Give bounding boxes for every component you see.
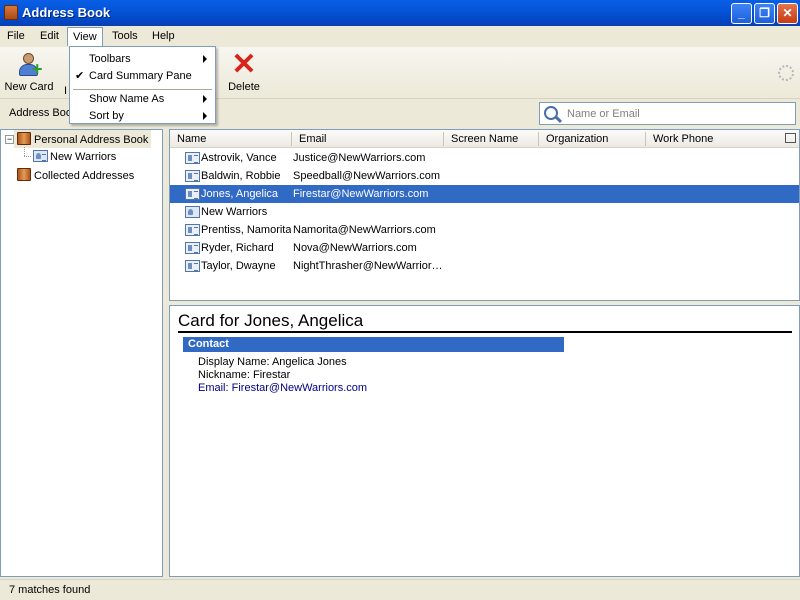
submenu-arrow-icon	[203, 112, 207, 120]
table-row-selected[interactable]: Jones, Angelica Firestar@NewWarriors.com	[170, 185, 799, 203]
minimize-button[interactable]: _	[731, 3, 752, 24]
table-row[interactable]: Astrovik, Vance Justice@NewWarriors.com	[170, 149, 799, 167]
card-email-line: Email: Firestar@NewWarriors.com	[198, 382, 367, 394]
contact-card-icon	[185, 224, 200, 236]
tree-connector	[24, 156, 31, 157]
column-email[interactable]: Email	[299, 133, 327, 145]
menu-view[interactable]: View	[67, 27, 103, 46]
menu-item-sort-by[interactable]: Sort by	[70, 107, 215, 124]
menu-tools[interactable]: Tools	[112, 30, 138, 42]
column-picker-icon[interactable]	[785, 133, 796, 143]
mailing-list-icon	[33, 150, 48, 162]
card-display-name: Display Name: Angelica Jones	[198, 356, 347, 368]
status-bar: 7 matches found	[0, 579, 800, 600]
menu-item-toolbars[interactable]: Toolbars	[70, 50, 215, 67]
menu-help[interactable]: Help	[152, 30, 175, 42]
tree-connector	[24, 147, 25, 156]
tree-item-personal-address-book[interactable]: Personal Address Book	[14, 130, 152, 148]
new-card-button[interactable]: + New Card	[2, 51, 56, 93]
new-card-label: New Card	[4, 81, 54, 93]
card-nickname: Nickname: Firestar	[198, 369, 291, 381]
book-icon	[17, 168, 31, 181]
table-row[interactable]: Ryder, Richard Nova@NewWarriors.com	[170, 239, 799, 257]
table-row[interactable]: Prentiss, Namorita Namorita@NewWarriors.…	[170, 221, 799, 239]
column-name[interactable]: Name	[177, 133, 206, 145]
book-icon	[17, 132, 31, 145]
menu-file[interactable]: File	[7, 30, 25, 42]
table-row[interactable]: Taylor, Dwayne NightThrasher@NewWarrior…	[170, 257, 799, 275]
menu-edit[interactable]: Edit	[40, 30, 59, 42]
card-title: Card for Jones, Angelica	[178, 311, 792, 333]
title-bar[interactable]: Address Book _ ❐ ✕	[0, 0, 800, 26]
contact-card-icon	[185, 188, 200, 200]
contact-card-icon	[185, 242, 200, 254]
table-row[interactable]: New Warriors	[170, 203, 799, 221]
table-row[interactable]: Baldwin, Robbie Speedball@NewWarriors.co…	[170, 167, 799, 185]
card-summary-pane: Card for Jones, Angelica Contact Display…	[169, 305, 800, 577]
card-email-link[interactable]: Firestar@NewWarriors.com	[232, 382, 367, 394]
menu-bar: File Edit View Tools Help	[0, 26, 800, 47]
address-book-label: Address Boo	[9, 107, 72, 119]
activity-throbber-icon	[778, 65, 794, 81]
contact-card-icon	[185, 152, 200, 164]
column-screen-name[interactable]: Screen Name	[451, 133, 518, 145]
search-input[interactable]	[567, 106, 787, 121]
results-table[interactable]: Name Email Screen Name Organization Work…	[169, 129, 800, 301]
submenu-arrow-icon	[203, 55, 207, 63]
search-box[interactable]	[539, 102, 796, 125]
new-card-icon: +	[15, 51, 43, 79]
address-book-tree: − Personal Address Book New Warriors Col…	[0, 129, 163, 577]
partial-toolbar-label: I	[64, 85, 68, 97]
close-button[interactable]: ✕	[777, 3, 798, 24]
column-header-row: Name Email Screen Name Organization Work…	[170, 130, 799, 148]
mailing-list-icon	[185, 206, 200, 218]
maximize-button[interactable]: ❐	[754, 3, 775, 24]
contact-section-header: Contact	[183, 337, 564, 352]
tree-item-collected-addresses[interactable]: Collected Addresses	[14, 166, 137, 184]
column-organization[interactable]: Organization	[546, 133, 608, 145]
view-menu-dropdown: Toolbars ✔ Card Summary Pane Show Name A…	[69, 46, 216, 124]
status-text: 7 matches found	[9, 584, 91, 596]
submenu-arrow-icon	[203, 95, 207, 103]
menu-item-card-summary-pane[interactable]: ✔ Card Summary Pane	[70, 67, 215, 84]
tree-collapse-toggle[interactable]: −	[5, 135, 14, 144]
address-book-app-icon	[4, 5, 18, 20]
delete-button[interactable]: ✕ Delete	[222, 48, 266, 94]
delete-icon: ✕	[231, 48, 257, 81]
checkmark-icon: ✔	[75, 70, 85, 82]
delete-label: Delete	[228, 81, 260, 93]
contact-card-icon	[185, 260, 200, 272]
contact-card-icon	[185, 170, 200, 182]
card-email-label: Email:	[198, 382, 232, 394]
menu-item-show-name-as[interactable]: Show Name As	[70, 90, 215, 107]
tree-item-new-warriors[interactable]: New Warriors	[30, 148, 119, 166]
column-work-phone[interactable]: Work Phone	[653, 133, 713, 145]
window-title: Address Book	[22, 5, 111, 20]
